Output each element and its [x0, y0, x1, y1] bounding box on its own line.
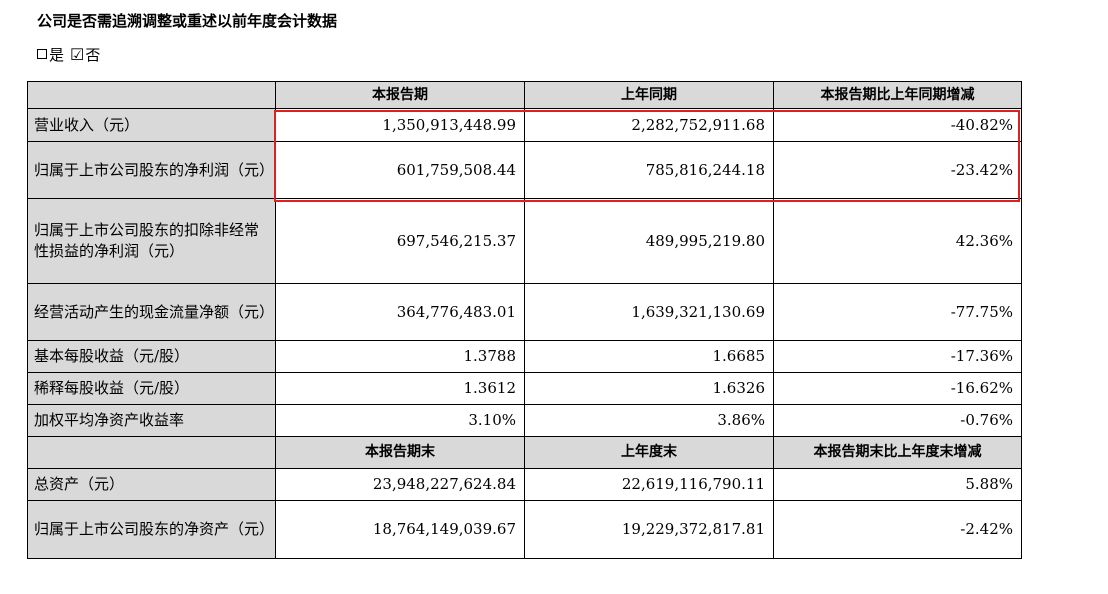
table-row: 稀释每股收益（元/股） 1.3612 1.6326 -16.62%: [27, 372, 1022, 405]
checked-box-icon: ☑: [70, 45, 85, 64]
change-value: -2.42%: [773, 500, 1022, 559]
no-label: 否: [85, 46, 101, 64]
current-value: 697,546,215.37: [275, 198, 525, 284]
current-value: 3.10%: [275, 404, 525, 437]
prior-value: 19,229,372,817.81: [524, 500, 774, 559]
row-label: 归属于上市公司股东的净资产（元）: [27, 500, 276, 559]
current-value: 23,948,227,624.84: [275, 468, 525, 501]
table-row: 总资产（元） 23,948,227,624.84 22,619,116,790.…: [27, 468, 1022, 501]
table-row: 经营活动产生的现金流量净额（元） 364,776,483.01 1,639,32…: [27, 283, 1022, 341]
table-row: 营业收入（元） 1,350,913,448.99 2,282,752,911.6…: [27, 108, 1022, 142]
header-cell: 本报告期比上年同期增减: [773, 81, 1022, 109]
header-cell: 上年同期: [524, 81, 774, 109]
change-value: 42.36%: [773, 198, 1022, 284]
section-title: 公司是否需追溯调整或重述以前年度会计数据: [37, 12, 338, 30]
current-value: 1,350,913,448.99: [275, 108, 525, 142]
change-value: -0.76%: [773, 404, 1022, 437]
prior-value: 785,816,244.18: [524, 141, 774, 199]
table-header-row: 本报告期末 上年度末 本报告期末比上年度末增减: [27, 436, 1022, 469]
row-label: 营业收入（元）: [27, 108, 276, 142]
table-row: 加权平均净资产收益率 3.10% 3.86% -0.76%: [27, 404, 1022, 437]
prior-value: 489,995,219.80: [524, 198, 774, 284]
table-row: 归属于上市公司股东的净利润（元） 601,759,508.44 785,816,…: [27, 141, 1022, 199]
table-header-row: 本报告期 上年同期 本报告期比上年同期增减: [27, 81, 1022, 109]
row-label: 归属于上市公司股东的扣除非经常性损益的净利润（元）: [27, 198, 276, 284]
current-value: 601,759,508.44: [275, 141, 525, 199]
prior-value: 1.6326: [524, 372, 774, 405]
change-value: -16.62%: [773, 372, 1022, 405]
header-cell: 本报告期: [275, 81, 525, 109]
table-row: 归属于上市公司股东的扣除非经常性损益的净利润（元） 697,546,215.37…: [27, 198, 1022, 284]
change-value: -17.36%: [773, 340, 1022, 373]
change-value: -40.82%: [773, 108, 1022, 142]
current-value: 18,764,149,039.67: [275, 500, 525, 559]
prior-value: 3.86%: [524, 404, 774, 437]
row-label: 经营活动产生的现金流量净额（元）: [27, 283, 276, 341]
yes-label: 是: [49, 46, 65, 64]
header-cell: 上年度末: [524, 436, 774, 469]
header-cell: [27, 436, 276, 469]
row-label: 稀释每股收益（元/股）: [27, 372, 276, 405]
prior-value: 1.6685: [524, 340, 774, 373]
header-cell: [27, 81, 276, 109]
prior-value: 2,282,752,911.68: [524, 108, 774, 142]
current-value: 364,776,483.01: [275, 283, 525, 341]
change-value: -23.42%: [773, 141, 1022, 199]
prior-value: 22,619,116,790.11: [524, 468, 774, 501]
row-label: 基本每股收益（元/股）: [27, 340, 276, 373]
row-label: 加权平均净资产收益率: [27, 404, 276, 437]
accounting-data-table: 本报告期 上年同期 本报告期比上年同期增减 营业收入（元） 1,350,913,…: [27, 81, 1022, 559]
current-value: 1.3612: [275, 372, 525, 405]
unchecked-box-icon: [37, 49, 47, 59]
row-label: 归属于上市公司股东的净利润（元）: [27, 141, 276, 199]
current-value: 1.3788: [275, 340, 525, 373]
change-value: 5.88%: [773, 468, 1022, 501]
row-label: 总资产（元）: [27, 468, 276, 501]
header-cell: 本报告期末比上年度末增减: [773, 436, 1022, 469]
change-value: -77.75%: [773, 283, 1022, 341]
table-row: 归属于上市公司股东的净资产（元） 18,764,149,039.67 19,22…: [27, 500, 1022, 559]
table-row: 基本每股收益（元/股） 1.3788 1.6685 -17.36%: [27, 340, 1022, 373]
restatement-choice: 是 ☑否: [37, 44, 100, 65]
header-cell: 本报告期末: [275, 436, 525, 469]
prior-value: 1,639,321,130.69: [524, 283, 774, 341]
